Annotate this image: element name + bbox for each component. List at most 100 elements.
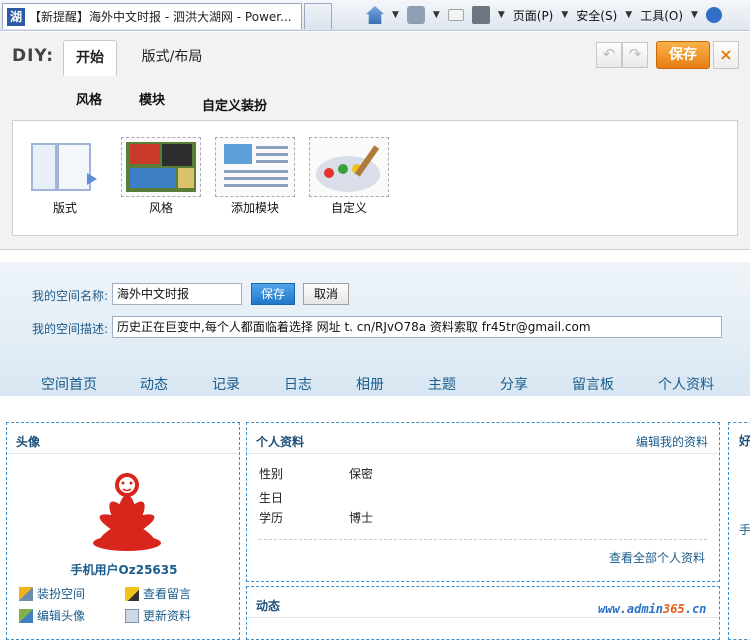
action-edit-avatar[interactable]: 编辑头像 — [19, 607, 85, 624]
layout-icon — [25, 137, 105, 197]
friends-box-text: 手 — [739, 523, 750, 537]
watermark-number: 365 — [663, 602, 685, 616]
tab-start[interactable]: 开始 — [63, 40, 117, 76]
diy-logo: DIY: — [12, 46, 55, 66]
print-icon[interactable] — [471, 6, 490, 24]
browser-tab-title: 【新提醒】海外中文时报 - 泗洪大湖网 - Power... — [29, 10, 292, 24]
tools-menu-chevron-icon[interactable]: ▼ — [691, 10, 698, 20]
print-dropdown-chevron-icon[interactable]: ▼ — [498, 10, 505, 20]
feed-box-title: 动态 — [256, 599, 281, 613]
profile-value-gender: 保密 — [349, 467, 374, 481]
nav-guestbook[interactable]: 留言板 — [572, 374, 614, 394]
space-page: 我的空间名称: 海外中文时报 保存 取消 我的空间描述: 历史正在巨变中,每个人… — [0, 250, 750, 640]
space-nav: 空间首页 动态 记录 日志 相册 主题 分享 留言板 个人资料 — [0, 374, 750, 396]
browser-tab[interactable]: 湖 【新提醒】海外中文时报 - 泗洪大湖网 - Power... — [2, 3, 302, 29]
home-dropdown-chevron-icon[interactable]: ▼ — [392, 10, 399, 20]
action-edit-avatar-label: 编辑头像 — [37, 609, 86, 623]
nav-share[interactable]: 分享 — [500, 374, 528, 394]
new-tab-button[interactable] — [304, 3, 332, 29]
help-icon[interactable] — [705, 7, 722, 23]
friends-box: 好 手 — [728, 422, 750, 640]
space-header: 我的空间名称: 海外中文时报 保存 取消 我的空间描述: 历史正在巨变中,每个人… — [0, 262, 750, 396]
avatar-box-title: 头像 — [16, 435, 41, 449]
watermark-suffix: .cn — [684, 602, 707, 616]
action-decorate-space[interactable]: 装扮空间 — [19, 585, 85, 602]
nav-home[interactable]: 空间首页 — [41, 374, 97, 394]
space-desc-label: 我的空间描述: — [32, 322, 109, 336]
profile-box-title: 个人资料 — [256, 435, 305, 449]
avatar-box-head: 头像 — [8, 424, 238, 454]
profile-card-icon — [125, 608, 139, 623]
diy-panel: DIY: 开始 版式/布局 ↶ ↷ 保存 × 风格 模块 自定义装扮 版式 风格… — [0, 32, 750, 250]
undo-icon[interactable]: ↶ — [596, 42, 622, 68]
tool-custom-label: 自定义 — [330, 201, 367, 215]
site-favicon-icon: 湖 — [7, 7, 25, 26]
profile-divider — [259, 539, 707, 540]
mail-icon[interactable] — [447, 9, 464, 21]
profile-value-education: 博士 — [349, 511, 374, 525]
safety-menu-chevron-icon[interactable]: ▼ — [625, 10, 632, 20]
profile-key-birthday: 生日 — [259, 491, 284, 505]
safety-menu[interactable]: 安全(S) — [576, 7, 617, 24]
diy-tool-area: 版式 风格 添加模块 自定义 — [12, 120, 738, 236]
nav-profile[interactable]: 个人资料 — [658, 374, 714, 394]
profile-box: 个人资料 编辑我的资料 性别 保密 生日 学历 博士 查看全部个人资料 — [246, 422, 720, 582]
custom-palette-icon — [309, 137, 389, 197]
tool-layout-label: 版式 — [52, 201, 77, 215]
nav-records[interactable]: 记录 — [212, 374, 240, 394]
site-watermark: www.admin365.cn — [598, 602, 706, 616]
profile-key-education: 学历 — [259, 511, 284, 525]
edit-profile-link[interactable]: 编辑我的资料 — [636, 433, 708, 450]
tool-style-label: 风格 — [148, 201, 173, 215]
tool-custom[interactable]: 自定义 — [309, 137, 389, 216]
tool-add-module[interactable]: 添加模块 — [215, 137, 295, 216]
redo-icon[interactable]: ↷ — [622, 42, 648, 68]
space-name-cancel-button[interactable]: 取消 — [303, 283, 349, 305]
command-bar: ▼ ▼ ▼ 页面(P) ▼ 安全(S) ▼ 工具(O) ▼ — [366, 3, 722, 27]
paint-brush-icon — [19, 586, 33, 601]
space-name-label: 我的空间名称: — [32, 289, 109, 303]
view-all-profile-link[interactable]: 查看全部个人资料 — [609, 549, 705, 566]
page-menu-chevron-icon[interactable]: ▼ — [561, 10, 568, 20]
tab-layout[interactable]: 版式/布局 — [132, 40, 212, 76]
subtab-custom-decor[interactable]: 自定义装扮 — [202, 95, 267, 114]
username[interactable]: 手机用户Oz25635 — [7, 561, 241, 578]
nav-blog[interactable]: 日志 — [284, 374, 312, 394]
tool-layout[interactable]: 版式 — [25, 137, 105, 216]
space-name-save-button[interactable]: 保存 — [251, 283, 295, 305]
watermark-prefix: www.admin — [598, 602, 664, 616]
subtab-style[interactable]: 风格 — [76, 89, 102, 108]
action-view-messages-label: 查看留言 — [143, 587, 192, 601]
browser-toolbar: 湖 【新提醒】海外中文时报 - 泗洪大湖网 - Power... ▼ ▼ ▼ 页… — [0, 0, 750, 31]
home-icon[interactable] — [366, 6, 384, 24]
edit-avatar-icon — [19, 608, 33, 623]
action-update-profile[interactable]: 更新资料 — [125, 607, 191, 624]
nav-feed[interactable]: 动态 — [140, 374, 168, 394]
action-view-messages[interactable]: 查看留言 — [125, 585, 191, 602]
page-menu[interactable]: 页面(P) — [513, 7, 554, 24]
subtab-module[interactable]: 模块 — [139, 89, 165, 108]
friends-box-title: 好 — [739, 434, 750, 448]
add-module-icon — [215, 137, 295, 197]
style-icon — [121, 137, 201, 197]
diy-subtabs: 风格 模块 自定义装扮 — [0, 76, 750, 116]
pencil-icon — [125, 586, 139, 601]
rss-icon[interactable] — [406, 6, 425, 24]
close-icon[interactable]: × — [713, 41, 739, 69]
profile-key-gender: 性别 — [259, 467, 284, 481]
avatar-box: 头像 手机用户Oz25635 装扮空间 查看留言 编辑头像 更新资料 — [6, 422, 240, 640]
tools-menu[interactable]: 工具(O) — [640, 7, 683, 24]
diy-save-button[interactable]: 保存 — [656, 41, 710, 69]
tool-style[interactable]: 风格 — [121, 137, 201, 216]
undo-redo-group: ↶ ↷ — [596, 42, 648, 68]
nav-album[interactable]: 相册 — [356, 374, 384, 394]
tool-add-module-label: 添加模块 — [230, 201, 279, 215]
action-update-profile-label: 更新资料 — [143, 609, 192, 623]
profile-box-head: 个人资料 编辑我的资料 — [248, 424, 718, 454]
action-decorate-space-label: 装扮空间 — [37, 587, 86, 601]
nav-threads[interactable]: 主题 — [428, 374, 456, 394]
avatar[interactable] — [77, 463, 177, 559]
rss-dropdown-chevron-icon[interactable]: ▼ — [433, 10, 440, 20]
space-desc-input[interactable]: 历史正在巨变中,每个人都面临着选择 网址 t. cn/RJvO78a 资料索取 … — [112, 316, 722, 338]
space-name-input[interactable]: 海外中文时报 — [112, 283, 242, 305]
